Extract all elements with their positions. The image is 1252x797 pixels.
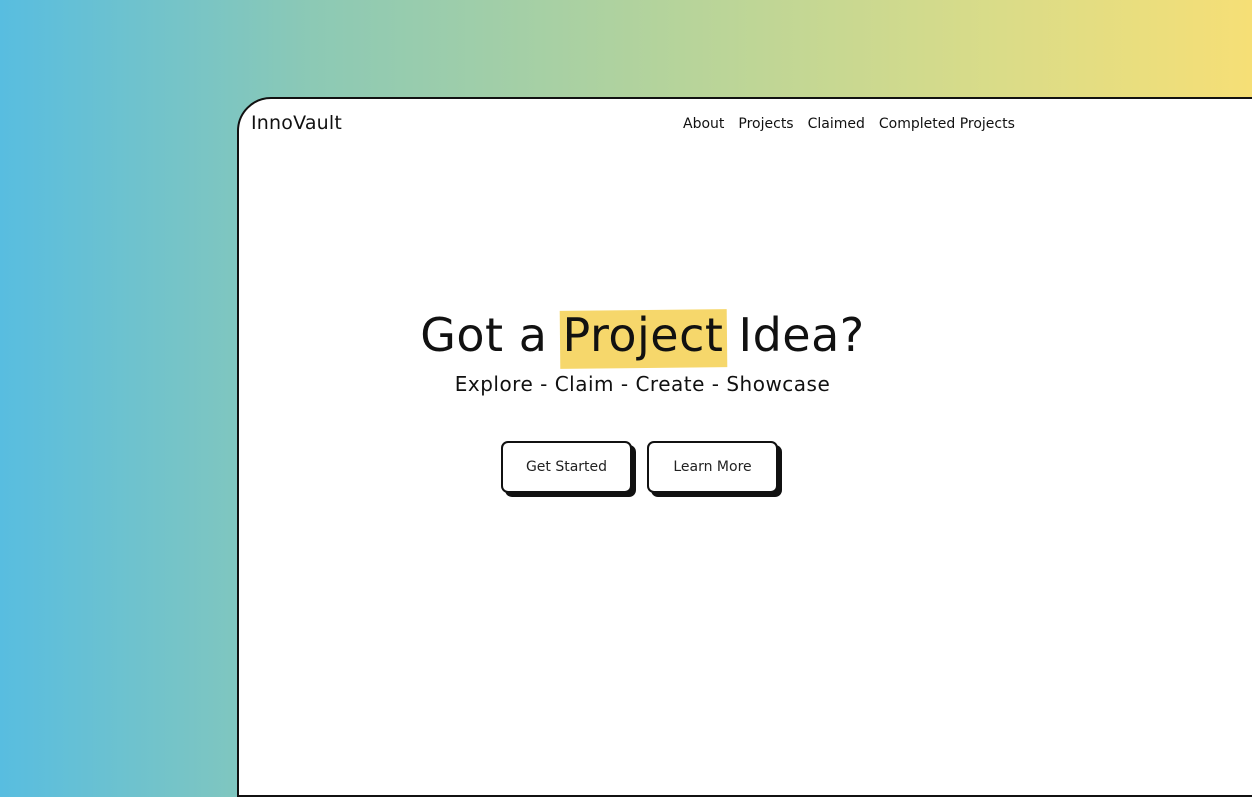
nav-link-completed-projects[interactable]: Completed Projects [879, 116, 1015, 132]
headline-highlight: Project [562, 308, 724, 362]
headline-post: Idea? [723, 308, 865, 362]
brand-logo[interactable]: InnoVault [251, 112, 342, 134]
nav-link-projects[interactable]: Projects [738, 116, 793, 132]
hero-headline: Got a Project Idea? [400, 308, 885, 362]
hero-section: Got a Project Idea? Explore - Claim - Cr… [400, 308, 885, 396]
main-nav: About Projects Claimed Completed Project… [683, 116, 1015, 132]
get-started-button[interactable]: Get Started [501, 441, 632, 493]
nav-link-claimed[interactable]: Claimed [808, 116, 865, 132]
headline-pre: Got a [420, 308, 563, 362]
nav-link-about[interactable]: About [683, 116, 724, 132]
cta-buttons: Get Started Learn More [501, 441, 778, 493]
learn-more-button[interactable]: Learn More [647, 441, 778, 493]
hero-tagline: Explore - Claim - Create - Showcase [454, 372, 831, 396]
